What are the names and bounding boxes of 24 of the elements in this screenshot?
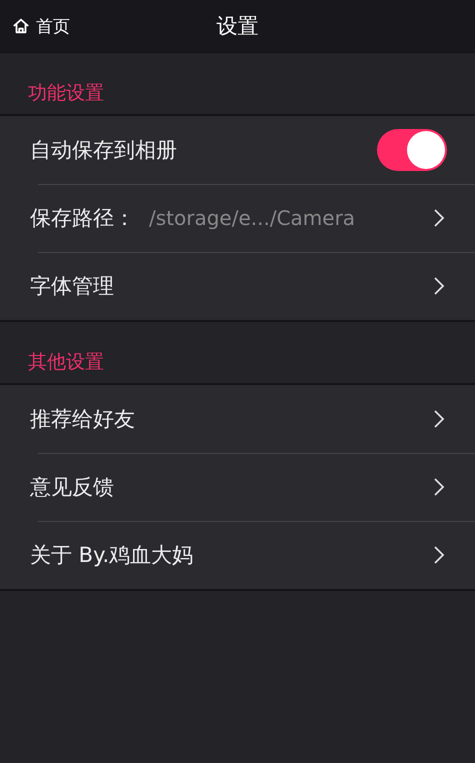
settings-row[interactable]: 字体管理: [0, 252, 475, 320]
chevron-right-icon: [433, 545, 445, 565]
settings-row[interactable]: 保存路径： /storage/e.../Camera: [0, 184, 475, 252]
setting-label: 保存路径：: [30, 205, 135, 232]
setting-label: 推荐给好友: [30, 406, 135, 433]
toggle-switch[interactable]: [377, 129, 447, 171]
chevron-right-icon: [433, 276, 445, 296]
page-title: 设置: [216, 13, 258, 40]
setting-label: 关于 By.鸡血大妈: [30, 542, 194, 569]
settings-row[interactable]: 自动保存到相册: [0, 116, 475, 184]
setting-label: 自动保存到相册: [30, 137, 177, 164]
chevron-right-icon: [433, 477, 445, 497]
settings-row[interactable]: 关于 By.鸡血大妈: [0, 521, 475, 589]
chevron-right-icon: [433, 208, 445, 228]
home-icon: [12, 17, 30, 35]
settings-row[interactable]: 推荐给好友: [0, 385, 475, 453]
section-title: 其他设置: [28, 350, 104, 375]
setting-label: 意见反馈: [30, 474, 114, 501]
setting-value: /storage/e.../Camera: [149, 206, 356, 230]
section-title: 功能设置: [28, 81, 104, 106]
setting-label: 字体管理: [30, 273, 114, 300]
chevron-right-icon: [433, 409, 445, 429]
settings-row[interactable]: 意见反馈: [0, 453, 475, 521]
home-button[interactable]: 首页: [0, 6, 70, 46]
